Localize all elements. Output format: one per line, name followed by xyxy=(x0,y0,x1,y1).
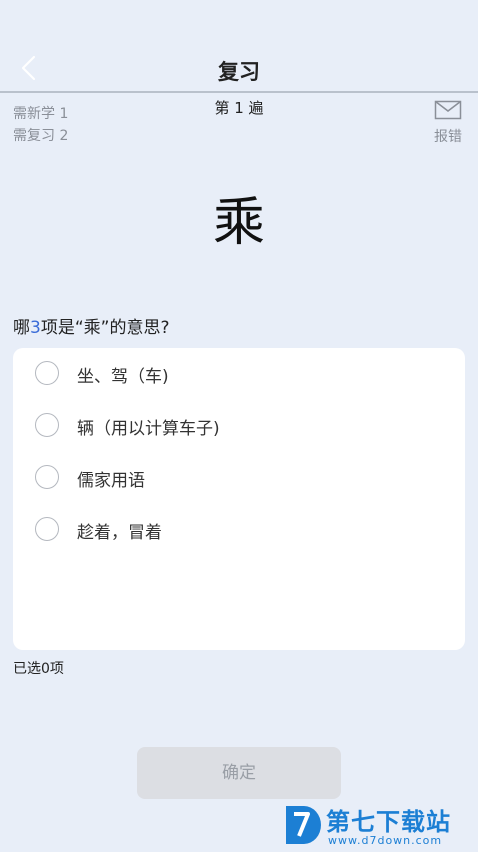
pass-counter: 第 1 遍 xyxy=(214,99,264,117)
option-item[interactable]: 辆（用以计算车子) xyxy=(13,404,465,448)
new-to-learn-count: 需新学 1 xyxy=(13,106,69,122)
radio-circle-icon[interactable] xyxy=(35,413,59,437)
option-label: 趁着，冒着 xyxy=(77,523,162,543)
report-error-button[interactable]: 报错 xyxy=(428,100,468,146)
watermark-url: www.d7down.com xyxy=(328,834,443,847)
header-divider xyxy=(0,91,478,93)
radio-circle-icon[interactable] xyxy=(35,465,59,489)
question-count: 3 xyxy=(30,318,41,338)
radio-circle-icon[interactable] xyxy=(35,517,59,541)
option-label: 坐、驾（车) xyxy=(77,367,169,387)
confirm-button[interactable]: 确定 xyxy=(137,747,341,799)
page-title: 复习 xyxy=(218,60,260,84)
d7-logo-icon xyxy=(282,802,324,848)
site-watermark: 第七下载站 www.d7down.com xyxy=(282,802,474,848)
question-text: 哪3项是“乘”的意思? xyxy=(13,313,169,338)
watermark-name: 第七下载站 xyxy=(326,808,451,836)
report-error-label: 报错 xyxy=(434,129,462,145)
question-suffix: 项是“乘”的意思? xyxy=(40,318,170,338)
option-label: 辆（用以计算车子) xyxy=(77,419,220,439)
option-label: 儒家用语 xyxy=(77,471,145,491)
options-card: 坐、驾（车) 辆（用以计算车子) 儒家用语 趁着，冒着 xyxy=(13,348,465,650)
envelope-icon xyxy=(434,100,462,124)
to-review-count: 需复习 2 xyxy=(13,128,69,144)
question-prefix: 哪 xyxy=(13,318,30,338)
target-word: 乘 xyxy=(212,193,265,253)
option-item[interactable]: 坐、驾（车) xyxy=(13,352,465,396)
selected-count: 已选0项 xyxy=(13,661,64,677)
option-item[interactable]: 趁着，冒着 xyxy=(13,508,465,552)
option-item[interactable]: 儒家用语 xyxy=(13,456,465,500)
radio-circle-icon[interactable] xyxy=(35,361,59,385)
header-bar: 复习 xyxy=(0,0,478,92)
